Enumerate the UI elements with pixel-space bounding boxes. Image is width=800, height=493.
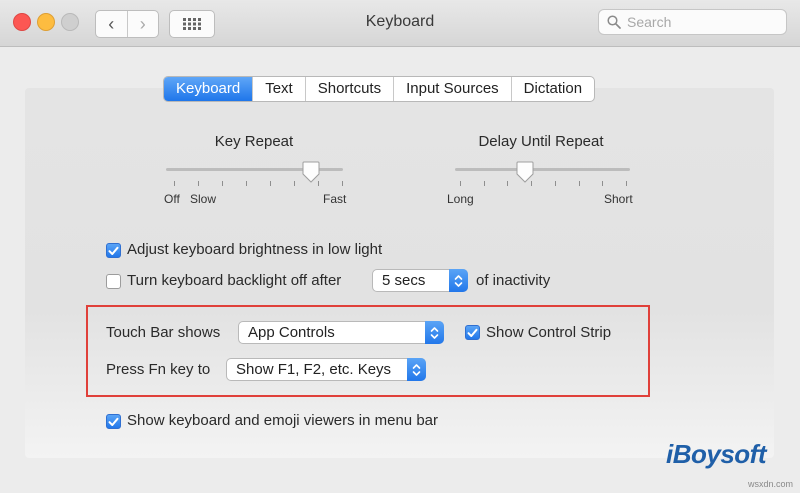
- viewers-label: Show keyboard and emoji viewers in menu …: [127, 412, 438, 429]
- tab-input-sources[interactable]: Input Sources: [393, 77, 511, 101]
- slider-tick: [222, 181, 223, 186]
- delay-short-label: Short: [604, 192, 633, 206]
- control-strip-checkbox[interactable]: [465, 325, 480, 340]
- delay-until-repeat-slider[interactable]: [455, 168, 630, 171]
- backlight-timeout-value: 5 secs: [382, 272, 426, 289]
- fn-key-select[interactable]: Show F1, F2, etc. Keys: [226, 358, 426, 381]
- tab-shortcuts[interactable]: Shortcuts: [304, 77, 393, 101]
- backlight-timeout-select[interactable]: 5 secs: [372, 269, 468, 292]
- popup-arrows-icon: [425, 321, 444, 344]
- touchbar-shows-select[interactable]: App Controls: [238, 321, 444, 344]
- tab-bar: Keyboard Text Shortcuts Input Sources Di…: [163, 76, 596, 102]
- tab-keyboard[interactable]: Keyboard: [164, 77, 253, 101]
- search-field[interactable]: Search: [598, 9, 787, 35]
- slider-tick: [294, 181, 295, 186]
- key-repeat-knob[interactable]: [302, 161, 320, 183]
- brightness-checkbox[interactable]: [106, 243, 121, 258]
- slider-tick: [578, 181, 580, 186]
- control-strip-label: Show Control Strip: [486, 324, 612, 341]
- delay-until-repeat-label: Delay Until Repeat: [478, 133, 604, 150]
- search-icon: [607, 15, 621, 29]
- checkmark-icon: [108, 417, 119, 426]
- slider-tick: [198, 181, 199, 186]
- key-repeat-fast-label: Fast: [323, 192, 347, 206]
- slider-knob-icon: [302, 161, 320, 183]
- iboysoft-logo: iBoysoft: [666, 439, 767, 469]
- title-bar: ‹ › Keyboard Search: [0, 0, 800, 47]
- backlight-label: Turn keyboard backlight off after: [127, 272, 342, 289]
- slider-tick: [174, 181, 175, 186]
- slider-knob-icon: [516, 161, 534, 183]
- slider-tick: [246, 181, 247, 186]
- brightness-label: Adjust keyboard brightness in low light: [127, 241, 383, 258]
- highlight-box: [86, 305, 650, 397]
- slider-tick: [342, 181, 343, 186]
- tab-text[interactable]: Text: [252, 77, 305, 101]
- tab-dictation[interactable]: Dictation: [510, 77, 594, 101]
- slider-tick: [507, 181, 509, 186]
- fn-key-value: Show F1, F2, etc. Keys: [236, 361, 392, 378]
- preferences-window: ‹ › Keyboard Search Keyboard Text Shortc…: [0, 0, 800, 493]
- slider-tick: [602, 181, 604, 186]
- slider-tick: [270, 181, 271, 186]
- search-placeholder: Search: [627, 14, 672, 30]
- popup-arrows-icon: [449, 269, 468, 292]
- key-repeat-label: Key Repeat: [214, 133, 294, 150]
- key-repeat-off-label: Off: [164, 192, 180, 206]
- slider-tick: [460, 181, 461, 186]
- touchbar-label: Touch Bar shows: [106, 324, 221, 341]
- inactivity-label: of inactivity: [476, 272, 551, 289]
- delay-until-repeat-knob[interactable]: [516, 161, 534, 183]
- slider-tick: [626, 181, 627, 186]
- slider-tick: [554, 181, 556, 186]
- checkmark-icon: [108, 246, 119, 255]
- backlight-checkbox[interactable]: [106, 274, 121, 289]
- checkmark-icon: [467, 328, 478, 337]
- viewers-checkbox[interactable]: [106, 414, 121, 429]
- fn-key-label: Press Fn key to: [106, 361, 211, 378]
- key-repeat-slow-label: Slow: [190, 192, 217, 206]
- delay-long-label: Long: [447, 192, 474, 206]
- watermark-text: wsxdn.com: [748, 479, 794, 489]
- slider-tick: [483, 181, 485, 186]
- touchbar-shows-value: App Controls: [248, 324, 335, 341]
- popup-arrows-icon: [407, 358, 426, 381]
